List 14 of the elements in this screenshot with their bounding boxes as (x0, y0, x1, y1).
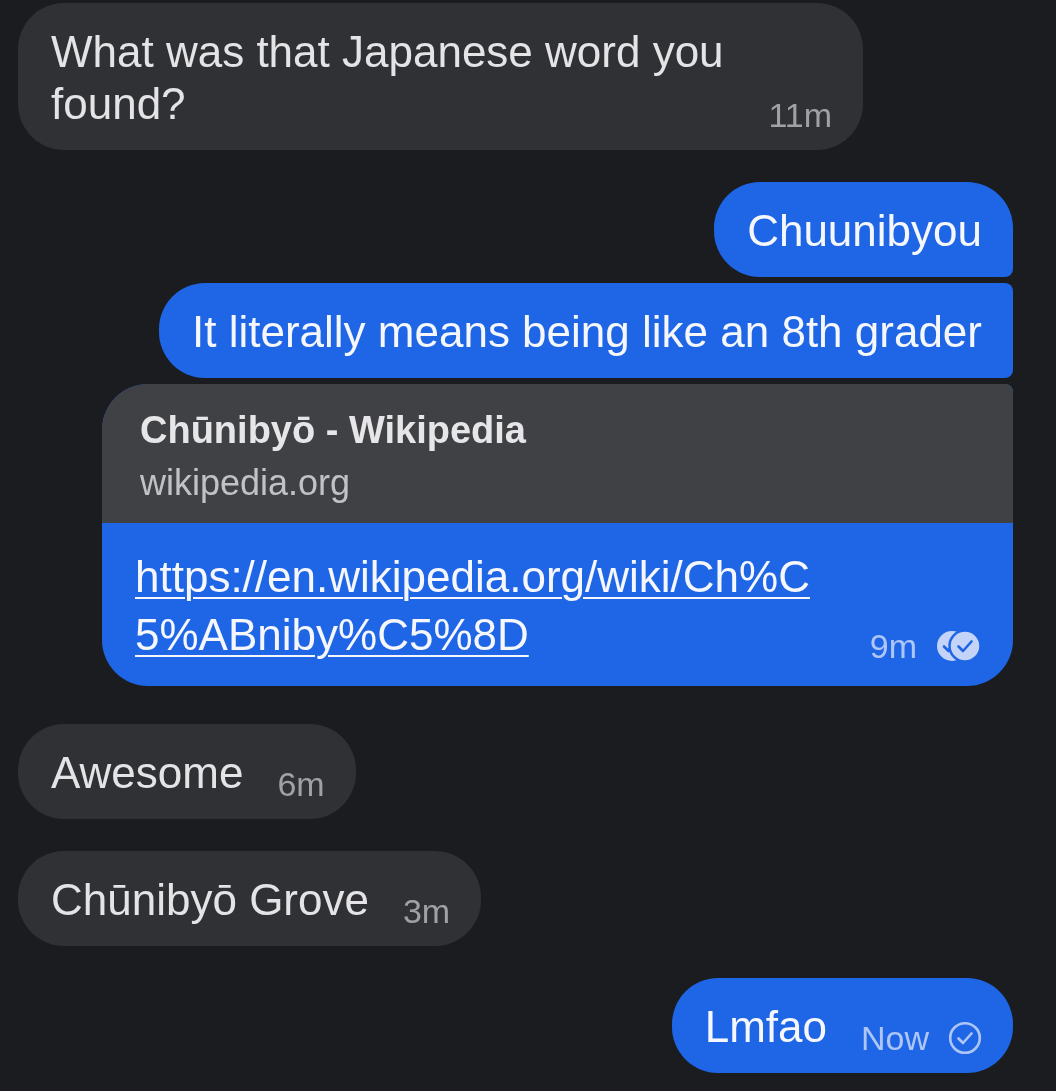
message-text: Awesome (51, 747, 244, 799)
message-time: 9m (869, 631, 917, 661)
message-text: Chūnibyō Grove (51, 874, 369, 926)
message-text: Chuunibyou (747, 205, 982, 257)
message-text: Lmfao (704, 1001, 827, 1053)
message-time: Now (860, 1023, 929, 1053)
message-time: 11m (768, 100, 832, 130)
message-time: 3m (402, 896, 451, 926)
message-text: What was that Japanese word you found? (51, 26, 725, 130)
link-title: Chūnibyō - Wikipedia (140, 408, 527, 453)
url-link[interactable]: https://en.wikipedia.org/wiki/Ch%C5%ABniby%C5%8D (135, 548, 840, 664)
link-domain: wikipedia.org (140, 461, 352, 505)
message-time: 6m (277, 769, 325, 799)
message-text: It literally means being like an 8th grader (192, 306, 982, 358)
